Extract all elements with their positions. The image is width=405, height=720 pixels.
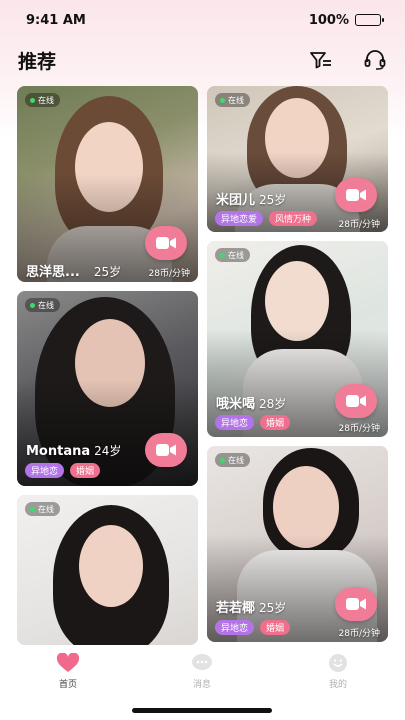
battery-percent: 100% (308, 12, 349, 28)
profile-price: 28币/分钟 (338, 220, 381, 230)
video-camera-icon (346, 189, 366, 201)
tag-list: 异地恋爱 风情万种 (215, 211, 318, 226)
profile-price: 28币/分钟 (338, 424, 381, 434)
tag-list: 异地恋 婚姻 (25, 463, 101, 478)
tag: 婚姻 (260, 415, 291, 430)
tag: 婚姻 (70, 463, 101, 478)
battery-indicator: 100% (308, 12, 384, 28)
home-indicator (132, 708, 272, 713)
tag: 异地恋 (25, 463, 65, 478)
video-camera-icon (346, 598, 366, 610)
heart-icon (56, 653, 80, 672)
profile-card[interactable]: 在线 哦米喝 28岁 异地恋 婚姻 28币/分钟 (207, 241, 388, 437)
profile-age: 25岁 (93, 265, 122, 279)
profile-age: 25岁 (259, 193, 287, 207)
profile-name: 哦米喝 28岁 (216, 397, 287, 412)
profile-name: Montana 24岁 (26, 444, 122, 459)
battery-icon (355, 14, 384, 26)
online-badge: 在线 (25, 502, 60, 516)
tag: 风情万种 (269, 211, 318, 226)
tag: 异地恋 (215, 415, 255, 430)
profile-card[interactable]: 在线 若若椰 25岁 异地恋 婚姻 28币/分钟 (207, 446, 388, 642)
video-call-button[interactable] (335, 587, 377, 621)
online-dot (220, 252, 225, 258)
tag: 异地恋 (215, 620, 255, 635)
tab-messages[interactable]: 消息 (162, 653, 242, 690)
online-badge: 在线 (25, 298, 60, 312)
online-badge: 在线 (215, 93, 250, 107)
video-call-button[interactable] (145, 433, 187, 467)
tab-label: 消息 (192, 680, 211, 690)
headset-icon[interactable] (363, 48, 387, 72)
profile-card[interactable]: 在线 Montana 24岁 异地恋 婚姻 (17, 291, 198, 486)
profile-age: 25岁 (259, 601, 287, 615)
online-dot (220, 97, 225, 103)
profile-price: 28币/分钟 (148, 269, 191, 279)
page-title: 推荐 (18, 50, 57, 73)
profile-card[interactable]: 在线 米团儿 25岁 异地恋爱 风情万种 28币/分钟 (207, 86, 388, 232)
tab-label: 首页 (58, 680, 77, 690)
profile-card[interactable]: 在线 思洋思... 25岁 28币/分钟 (17, 86, 198, 282)
profile-card[interactable]: 在线 (17, 495, 198, 645)
profile-name: 米团儿 25岁 (216, 193, 287, 208)
status-bar: 9:41 AM 100% (0, 0, 405, 40)
online-dot (30, 506, 35, 512)
tab-profile[interactable]: 我的 (298, 653, 378, 690)
chat-icon (192, 654, 212, 670)
profile-age: 28岁 (259, 397, 287, 411)
online-badge: 在线 (25, 93, 60, 107)
tag: 婚姻 (260, 620, 291, 635)
profile-name: 思洋思... 25岁 (26, 265, 122, 280)
tag-list: 异地恋 婚姻 (215, 620, 291, 635)
status-time: 9:41 AM (26, 12, 86, 28)
profile-age: 24岁 (94, 444, 122, 458)
online-dot (30, 302, 35, 308)
video-call-button[interactable] (335, 384, 377, 418)
profile-name: 若若椰 25岁 (216, 601, 287, 616)
tag: 异地恋爱 (215, 211, 264, 226)
video-camera-icon (156, 444, 176, 456)
video-camera-icon (346, 395, 366, 407)
smile-icon (329, 654, 347, 672)
tab-label: 我的 (328, 680, 347, 690)
filter-icon[interactable] (309, 48, 333, 72)
tag-list: 异地恋 婚姻 (215, 415, 291, 430)
online-badge: 在线 (215, 248, 250, 262)
page-header: 推荐 (0, 40, 405, 80)
profile-price: 28币/分钟 (338, 629, 381, 639)
tab-home[interactable]: 首页 (28, 653, 108, 690)
online-dot (30, 97, 35, 103)
video-call-button[interactable] (145, 226, 187, 260)
online-dot (220, 457, 225, 463)
profile-photo (17, 495, 198, 645)
video-camera-icon (156, 237, 176, 249)
video-call-button[interactable] (335, 178, 377, 212)
online-badge: 在线 (215, 453, 250, 467)
